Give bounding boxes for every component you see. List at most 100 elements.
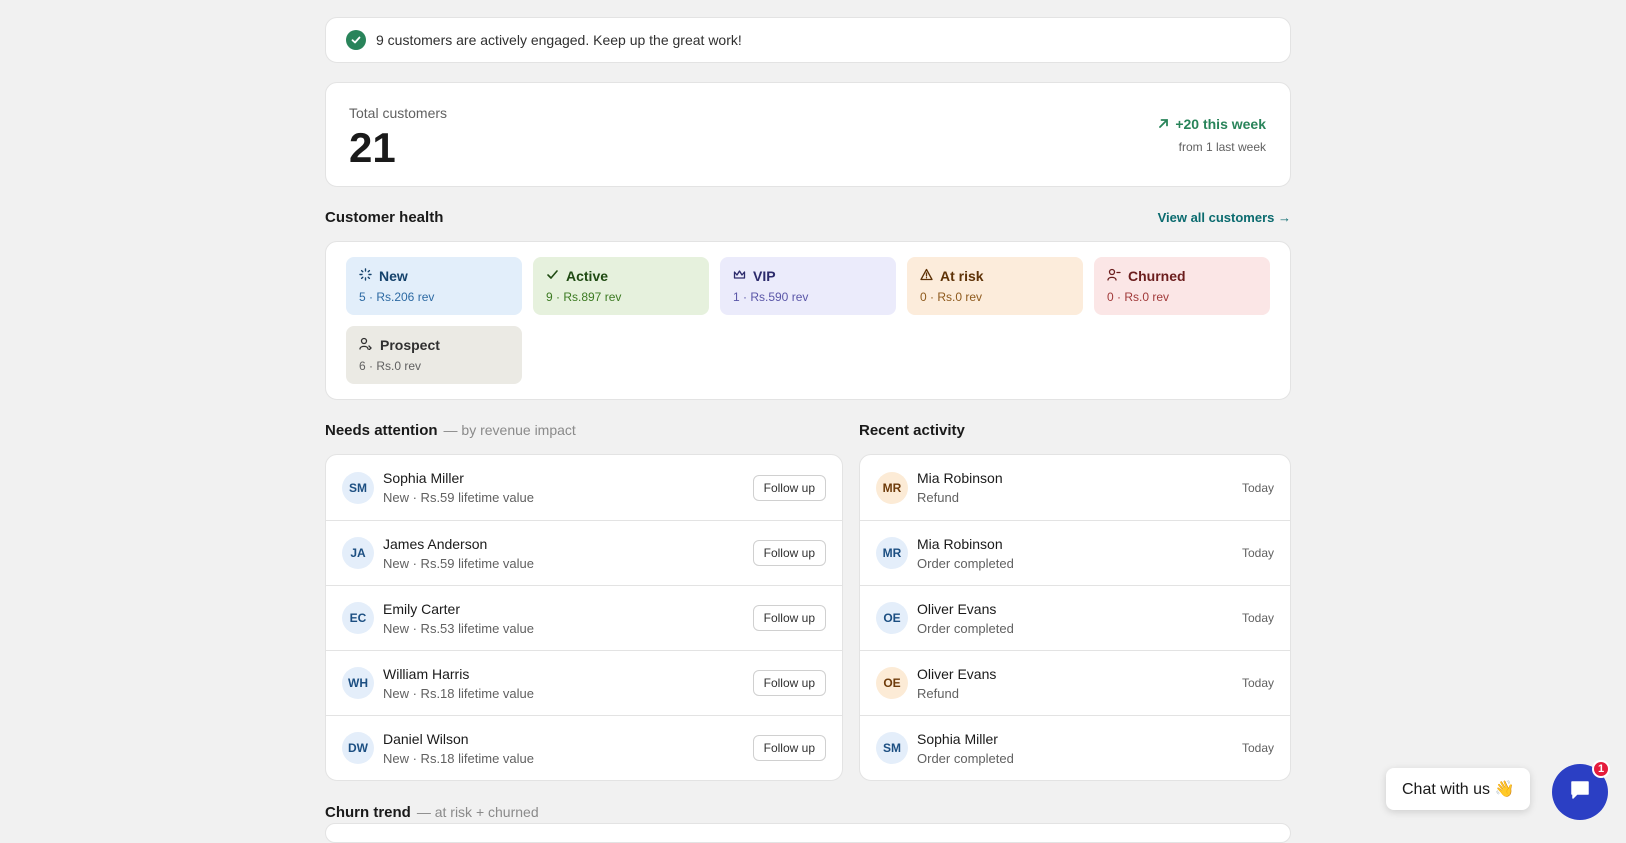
chat-bubble-icon: [1568, 778, 1592, 807]
banner-text: 9 customers are actively engaged. Keep u…: [376, 32, 742, 48]
recent-activity-section: Recent activity MR Mia Robinson Refund T…: [859, 422, 1291, 781]
activity-time: Today: [1241, 480, 1274, 495]
health-tile-label: New: [379, 268, 408, 284]
check-circle-icon: [346, 30, 366, 50]
needs-attention-list: SM Sophia Miller New · Rs.59 lifetime va…: [325, 454, 843, 781]
trend-value: +20 this week: [1175, 116, 1266, 132]
avatar: DW: [342, 732, 374, 764]
health-tile-label: VIP: [753, 268, 776, 284]
list-item: WH William Harris New · Rs.18 lifetime v…: [326, 650, 842, 715]
customer-health-title: Customer health: [325, 209, 444, 226]
list-item: SM Sophia Miller New · Rs.59 lifetime va…: [326, 455, 842, 520]
health-tile-label: Churned: [1128, 268, 1186, 284]
alert-triangle-icon: [920, 268, 933, 284]
sparkle-icon: [359, 268, 372, 284]
list-item: DW Daniel Wilson New · Rs.18 lifetime va…: [326, 715, 842, 780]
customer-name: Daniel Wilson: [383, 730, 469, 747]
needs-attention-section: Needs attention — by revenue impact SM S…: [325, 422, 843, 781]
total-customers-card: Total customers 21 +20 this week from 1 …: [325, 82, 1291, 187]
arrow-up-right-icon: [1158, 116, 1169, 132]
customer-details: New · Rs.59 lifetime value: [383, 490, 534, 505]
churn-trend-card: [325, 823, 1291, 843]
customer-name: Mia Robinson: [917, 535, 1003, 552]
activity-type: Refund: [917, 685, 959, 701]
customer-name: William Harris: [383, 665, 470, 682]
follow-up-button[interactable]: Follow up: [752, 735, 826, 761]
recent-activity-list: MR Mia Robinson Refund Today MR Mia Robi…: [859, 454, 1291, 781]
activity-type: Refund: [917, 490, 959, 505]
user-arrow-icon: [359, 337, 373, 353]
customer-details: New · Rs.18 lifetime value: [383, 685, 534, 701]
user-minus-icon: [1107, 268, 1121, 284]
view-all-customers-link[interactable]: View all customers →: [1158, 210, 1291, 225]
activity-type: Order completed: [917, 555, 1014, 571]
list-item: JA James Anderson New · Rs.59 lifetime v…: [326, 520, 842, 585]
customer-health-header: Customer health View all customers →: [325, 209, 1291, 229]
recent-activity-title: Recent activity: [859, 422, 965, 439]
needs-attention-title: Needs attention: [325, 422, 438, 439]
health-tile-label: At risk: [940, 268, 984, 284]
customer-name: Oliver Evans: [917, 600, 997, 617]
check-icon: [546, 268, 559, 284]
health-tile-active[interactable]: Active 9 · Rs.897 rev: [533, 257, 709, 315]
avatar: SM: [342, 471, 374, 504]
total-customers-value: 21: [349, 124, 396, 171]
customer-name: Sophia Miller: [383, 470, 464, 486]
avatar: OE: [876, 602, 908, 634]
avatar: MR: [876, 471, 908, 504]
health-tile-churned[interactable]: Churned 0 · Rs.0 rev: [1094, 257, 1270, 315]
chat-with-us-prompt[interactable]: Chat with us 👋: [1386, 768, 1531, 810]
list-item: MR Mia Robinson Refund Today: [860, 455, 1290, 520]
list-item: OE Oliver Evans Order completed Today: [860, 585, 1290, 650]
health-tile-stats: 0 · Rs.0 rev: [1107, 290, 1170, 304]
health-tile-stats: 5 · Rs.206 rev: [359, 290, 435, 304]
list-item: OE Oliver Evans Refund Today: [860, 650, 1290, 715]
avatar: WH: [342, 667, 374, 699]
activity-time: Today: [1241, 676, 1274, 690]
customer-health-card: New 5 · Rs.206 rev Active 9 · Rs.897 rev: [325, 241, 1291, 400]
chat-prompt-label: Chat with us 👋: [1402, 781, 1515, 798]
crown-icon: [733, 268, 746, 284]
health-tile-label: Active: [566, 268, 609, 284]
customer-details: New · Rs.18 lifetime value: [383, 750, 534, 766]
health-tile-stats: 9 · Rs.897 rev: [546, 290, 622, 304]
health-tile-label: Prospect: [380, 337, 440, 353]
health-tile-new[interactable]: New 5 · Rs.206 rev: [346, 257, 522, 315]
needs-attention-subtitle: — by revenue impact: [443, 422, 576, 438]
customer-name: Emily Carter: [383, 600, 461, 617]
dashboard: 9 customers are actively engaged. Keep u…: [325, 17, 1291, 824]
customer-name: James Anderson: [383, 535, 488, 552]
list-item: SM Sophia Miller Order completed Today: [860, 715, 1290, 780]
engagement-banner: 9 customers are actively engaged. Keep u…: [325, 17, 1291, 63]
avatar: OE: [876, 667, 908, 699]
activity-type: Order completed: [917, 620, 1014, 636]
activity-time: Today: [1241, 611, 1274, 625]
customer-name: Mia Robinson: [917, 470, 1003, 486]
list-item: MR Mia Robinson Order completed Today: [860, 520, 1290, 585]
customer-name: Sophia Miller: [917, 730, 998, 747]
activity-time: Today: [1241, 741, 1274, 755]
avatar: MR: [876, 537, 908, 569]
health-tile-vip[interactable]: VIP 1 · Rs.590 rev: [720, 257, 896, 315]
chat-notification-badge: 1: [1592, 760, 1610, 778]
follow-up-button[interactable]: Follow up: [752, 474, 826, 501]
customer-details: New · Rs.59 lifetime value: [383, 555, 534, 571]
churn-trend-title: Churn trend: [325, 804, 411, 821]
health-tile-stats: 6 · Rs.0 rev: [359, 359, 422, 373]
health-tile-at-risk[interactable]: At risk 0 · Rs.0 rev: [907, 257, 1083, 315]
health-tile-prospect[interactable]: Prospect 6 · Rs.0 rev: [346, 326, 522, 384]
avatar: JA: [342, 537, 374, 569]
churn-trend-header: Churn trend — at risk + churned: [325, 804, 1291, 824]
list-item: EC Emily Carter New · Rs.53 lifetime val…: [326, 585, 842, 650]
follow-up-button[interactable]: Follow up: [752, 540, 826, 566]
customer-details: New · Rs.53 lifetime value: [383, 620, 534, 636]
activity-type: Order completed: [917, 750, 1014, 766]
weekly-trend: +20 this week from 1 last week: [1158, 116, 1266, 154]
health-tile-stats: 1 · Rs.590 rev: [733, 290, 809, 304]
churn-trend-subtitle: — at risk + churned: [416, 804, 539, 820]
follow-up-button[interactable]: Follow up: [752, 605, 826, 631]
trend-subtext: from 1 last week: [1178, 140, 1266, 154]
activity-time: Today: [1241, 546, 1274, 560]
total-customers-label: Total customers: [349, 105, 448, 121]
follow-up-button[interactable]: Follow up: [752, 670, 826, 696]
